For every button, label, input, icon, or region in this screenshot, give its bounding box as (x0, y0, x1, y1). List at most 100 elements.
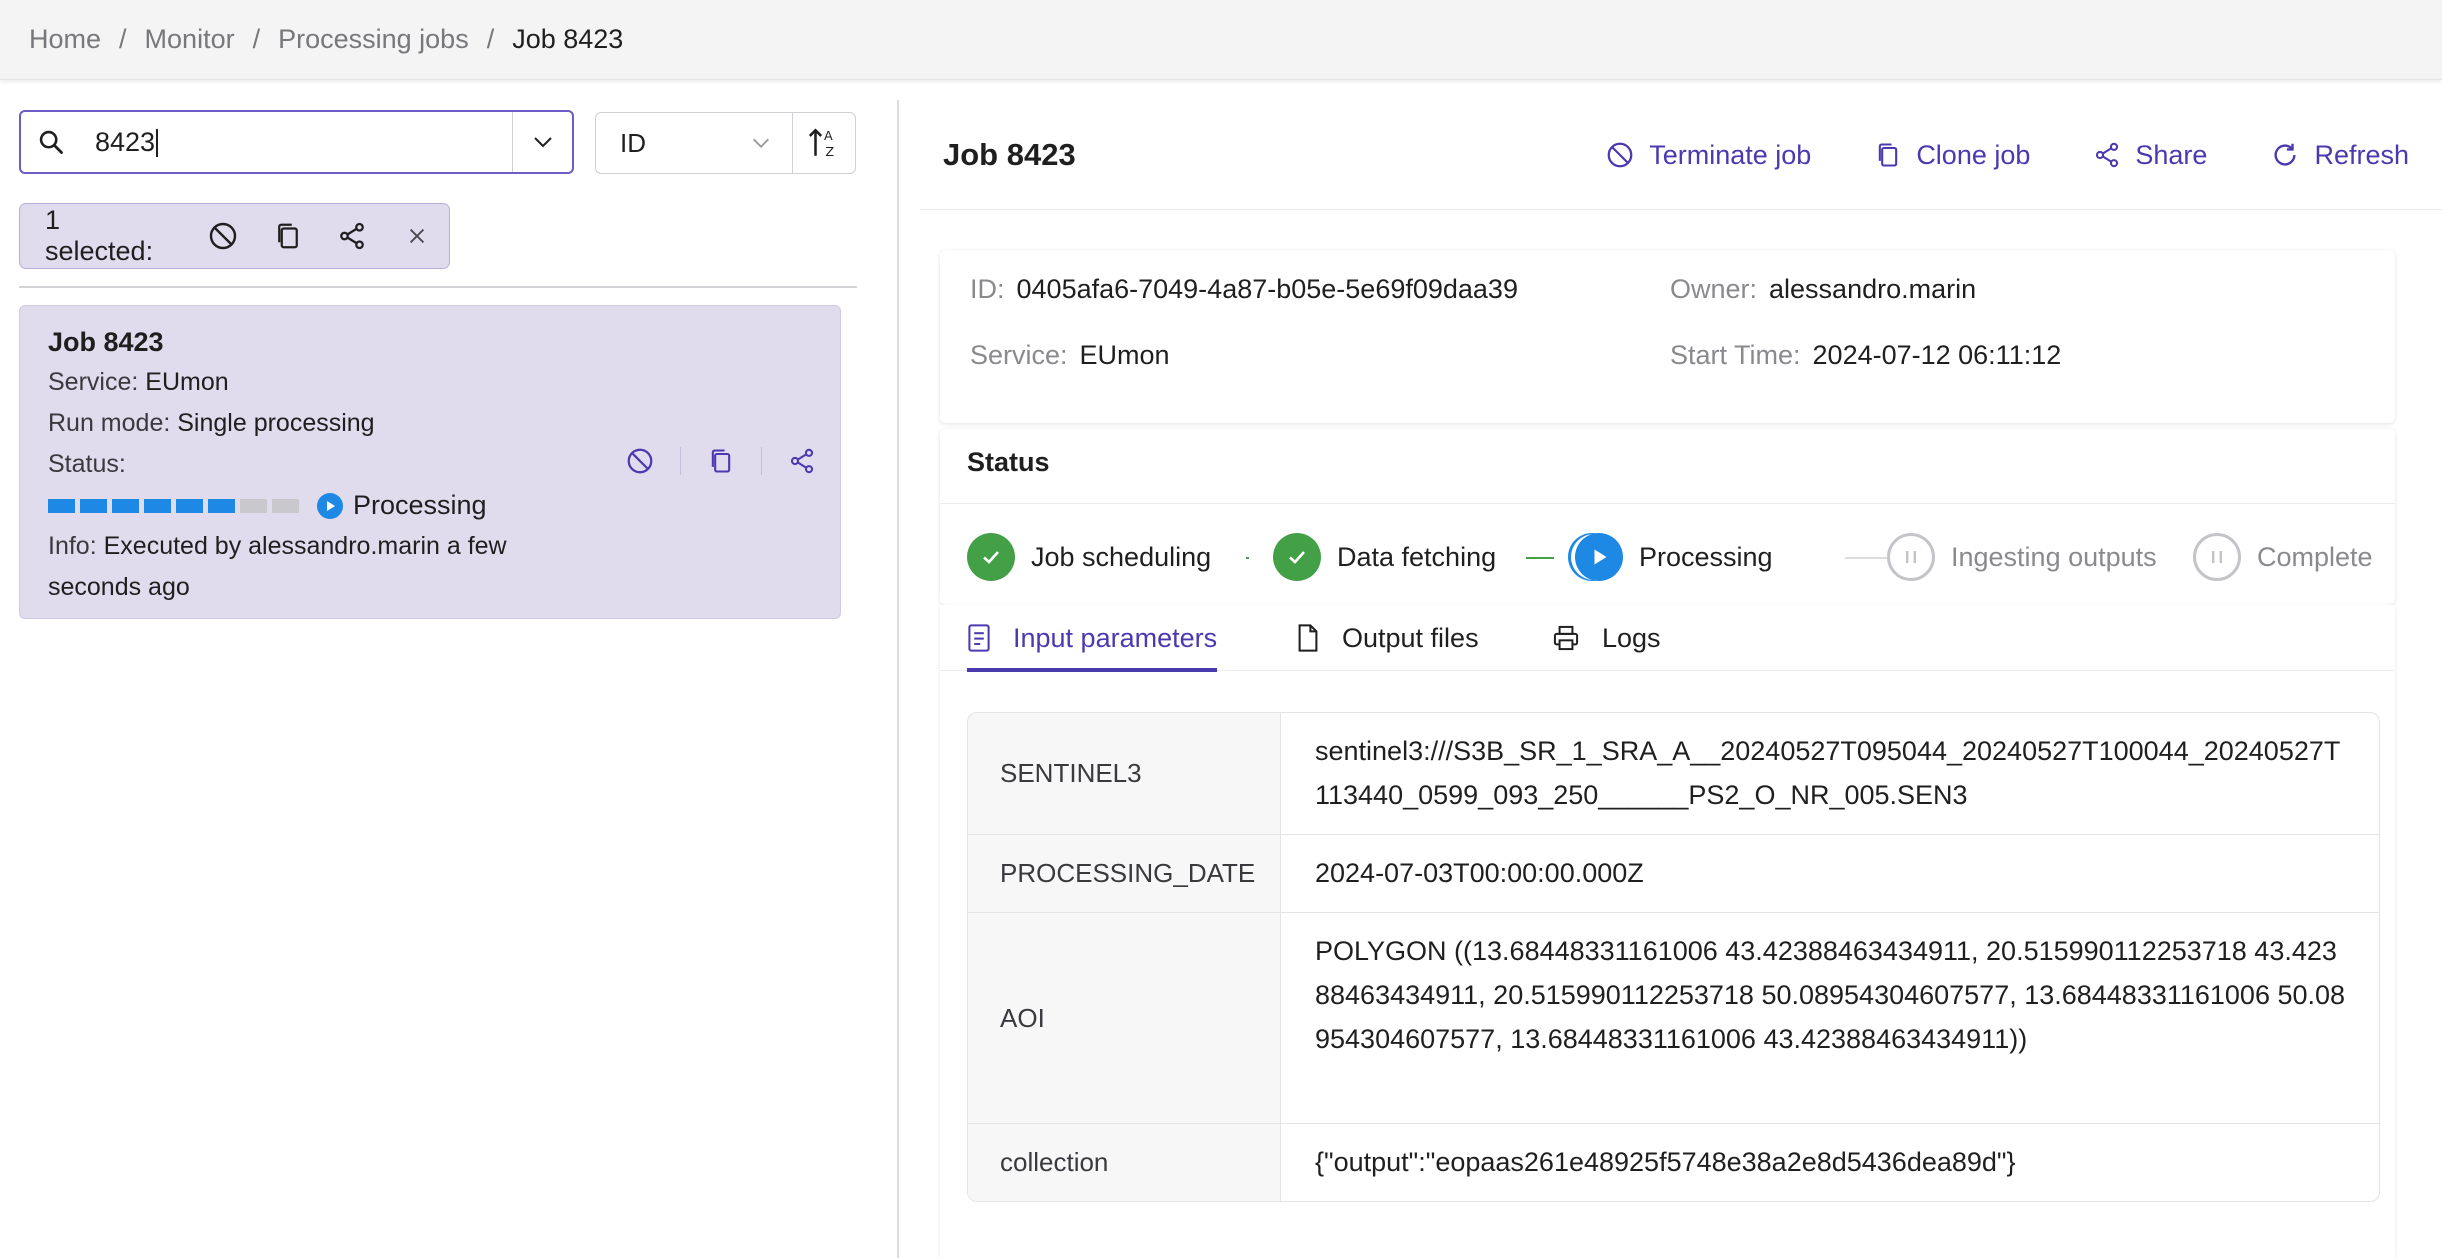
terminate-job-button[interactable]: Terminate job (1605, 140, 1811, 171)
share-icon (790, 448, 814, 474)
sort-field-value: ID (620, 127, 646, 158)
search-icon (21, 128, 81, 156)
block-icon (1605, 140, 1635, 170)
job-detail-panel: Job 8423 Terminate job Clone job Share R… (900, 80, 2442, 1258)
param-key: SENTINEL3 (968, 713, 1281, 834)
job-card-service: Service: EUmon (48, 368, 229, 396)
breadcrumb-home[interactable]: Home (29, 24, 101, 55)
param-value: sentinel3:///S3B_SR_1_SRA_A__20240527T09… (1315, 736, 2341, 810)
input-parameters-table: SENTINEL3 sentinel3:///S3B_SR_1_SRA_A__2… (967, 712, 2380, 1202)
job-details-card: ID: 0405afa6-7049-4a87-b05e-5e69f09daa39 … (940, 250, 2395, 423)
copy-icon (1874, 140, 1902, 170)
progress-bar (48, 498, 299, 513)
detail-start-time: Start Time: 2024-07-12 06:11:12 (1670, 340, 2062, 370)
param-value: 2024-07-03T00:00:00.000Z (1315, 858, 1644, 888)
param-value: POLYGON ((13.68448331161006 43.423884634… (1315, 936, 2346, 1054)
step-job-scheduling: Job scheduling (967, 533, 1211, 581)
pause-icon (2193, 533, 2241, 581)
job-card-runmode: Run mode: Single processing (48, 409, 375, 437)
chevron-down-icon (533, 137, 552, 148)
table-row: collection {"output":"eopaas261e48925f57… (968, 1124, 2379, 1201)
search-input[interactable]: 8423 (19, 110, 574, 174)
breadcrumb-separator: / (486, 24, 495, 54)
step-connector (1246, 557, 1249, 559)
sort-az-icon: A Z (808, 128, 834, 160)
play-icon (1575, 533, 1623, 581)
job-list-panel: 8423 ID A Z 1 selected: Job 8423 Service… (0, 80, 897, 1258)
breadcrumb: Home / Monitor / Processing jobs / Job 8… (0, 0, 2442, 80)
breadcrumb-current: Job 8423 (512, 24, 624, 54)
share-button[interactable]: Share (2093, 140, 2207, 171)
selection-bar: 1 selected: (19, 203, 450, 269)
table-row: SENTINEL3 sentinel3:///S3B_SR_1_SRA_A__2… (968, 713, 2379, 835)
param-key: AOI (968, 913, 1281, 1123)
tabs-card: Input parameters Output files Logs SENTI… (940, 605, 2395, 1258)
tab-logs[interactable]: Logs (1552, 605, 1661, 671)
refresh-button[interactable]: Refresh (2270, 140, 2409, 171)
check-icon (967, 533, 1015, 581)
job-card-title: Job 8423 (48, 327, 164, 357)
play-icon (317, 492, 343, 519)
clone-job-button[interactable]: Clone job (1874, 140, 2030, 171)
sort-direction-button[interactable]: A Z (792, 112, 856, 174)
panel-divider[interactable] (897, 100, 899, 1258)
status-card: Status Job scheduling Data fetching Proc… (940, 429, 2395, 605)
job-card-info: Info: Executed by alessandro.marin a few… (48, 532, 507, 601)
job-list-item[interactable]: Job 8423 Service: EUmon Run mode: Single… (19, 305, 841, 619)
search-value[interactable]: 8423 (81, 127, 512, 158)
tab-bar: Input parameters Output files Logs (940, 605, 2395, 672)
param-key: collection (968, 1124, 1281, 1201)
refresh-icon (2270, 140, 2300, 170)
tab-input-parameters[interactable]: Input parameters (967, 605, 1218, 672)
job-card-status-value: Processing (353, 490, 487, 520)
block-icon (627, 448, 653, 474)
file-icon (1296, 623, 1320, 653)
copy-icon (711, 449, 731, 473)
clear-selection-button[interactable] (384, 225, 449, 247)
page-title: Job 8423 (943, 136, 1076, 172)
progress-segment (240, 498, 267, 513)
clone-selected-button[interactable] (255, 220, 320, 252)
progress-segment (272, 498, 299, 513)
breadcrumb-processing-jobs[interactable]: Processing jobs (278, 24, 469, 55)
breadcrumb-separator: / (252, 24, 261, 54)
block-icon (209, 222, 237, 250)
printer-icon (1552, 624, 1580, 652)
step-processing: Processing (1575, 533, 1773, 581)
sort-field-select[interactable]: ID (595, 112, 793, 174)
svg-text:A: A (824, 129, 833, 144)
progress-segment (208, 498, 235, 513)
detail-service: Service: EUmon (970, 340, 1170, 370)
detail-owner: Owner: alessandro.marin (1670, 274, 1977, 304)
progress-segment (80, 498, 107, 513)
search-dropdown-button[interactable] (512, 112, 572, 172)
step-connector (1526, 557, 1554, 559)
param-key: PROCESSING_DATE (968, 835, 1281, 912)
progress-segment (176, 498, 203, 513)
list-icon (967, 623, 991, 653)
step-ingesting-outputs: Ingesting outputs (1887, 533, 2157, 581)
share-selected-button[interactable] (320, 221, 385, 251)
selection-count: 1 selected: (45, 205, 154, 266)
job-card-actions (600, 446, 842, 476)
breadcrumb-monitor[interactable]: Monitor (145, 24, 235, 55)
table-row: PROCESSING_DATE 2024-07-03T00:00:00.000Z (968, 835, 2379, 913)
list-divider (19, 286, 857, 288)
terminate-job-card-button[interactable] (600, 446, 680, 476)
tab-output-files[interactable]: Output files (1296, 605, 1479, 671)
progress-segment (112, 498, 139, 513)
svg-text:Z: Z (825, 145, 834, 160)
step-data-fetching: Data fetching (1273, 533, 1496, 581)
check-icon (1273, 533, 1321, 581)
copy-icon (277, 223, 298, 249)
share-job-card-button[interactable] (762, 447, 842, 475)
terminate-selected-button[interactable] (191, 220, 256, 252)
share-icon (2093, 141, 2121, 169)
divider (940, 503, 2395, 504)
detail-id: ID: 0405afa6-7049-4a87-b05e-5e69f09daa39 (970, 274, 1518, 304)
param-value: {"output":"eopaas261e48925f5748e38a2e8d5… (1315, 1147, 2016, 1177)
clone-job-card-button[interactable] (681, 446, 761, 476)
progress-segment (144, 498, 171, 513)
job-header: Job 8423 Terminate job Clone job Share R… (920, 100, 2442, 210)
close-icon (409, 228, 424, 244)
